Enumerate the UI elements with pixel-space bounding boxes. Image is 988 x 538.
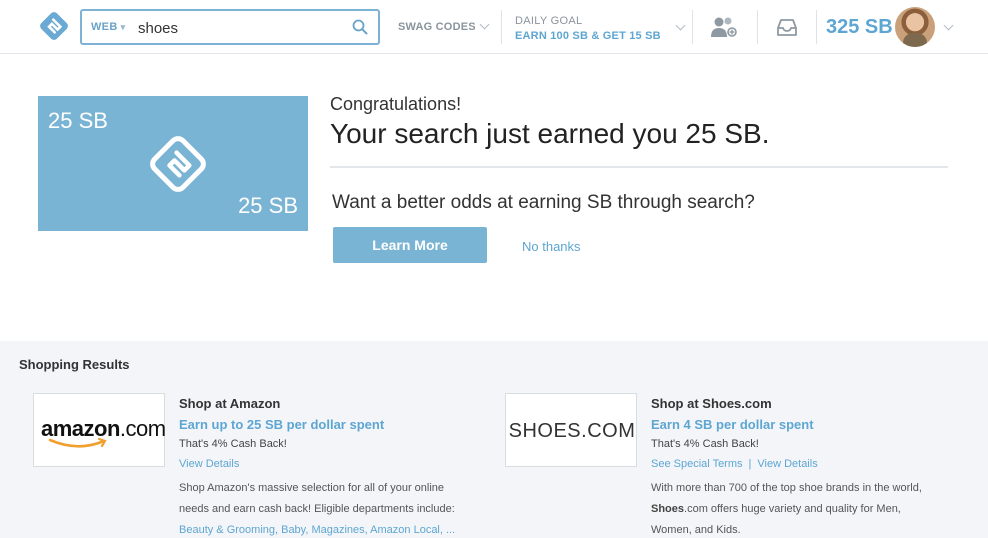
offer-desc-line: Shoes.com offers huge variety and qualit…	[651, 503, 901, 515]
shopping-results-title: Shopping Results	[19, 357, 130, 372]
divider	[816, 10, 817, 44]
shoes-com-offer: Shop at Shoes.com Earn 4 SB per dollar s…	[651, 396, 951, 538]
learn-more-button[interactable]: Learn More	[333, 227, 487, 263]
offer-desc-line: Shop Amazon's massive selection for all …	[179, 482, 445, 494]
view-details-link[interactable]: View Details	[757, 458, 817, 470]
departments-link[interactable]: Beauty & Grooming, Baby, Magazines, Amaz…	[179, 524, 455, 536]
view-details-link[interactable]: View Details	[179, 458, 239, 470]
earned-headline: Your search just earned you 25 SB.	[330, 118, 770, 149]
daily-goal[interactable]: DAILY GOAL EARN 100 SB & GET 15 SB	[515, 15, 661, 42]
friends-icon[interactable]	[710, 16, 738, 38]
search-scope-label: WEB	[91, 21, 118, 33]
offer-cashback: That's 4% Cash Back!	[179, 438, 287, 450]
caret-down-icon: ▾	[120, 22, 126, 32]
card-amount-top: 25 SB	[48, 108, 108, 133]
offer-desc-line: Women, and Kids.	[651, 524, 741, 536]
reward-card: 25 SB 25 SB	[38, 96, 308, 231]
top-header: WEB▾ SWAG CODES DAILY GOAL EARN 100 SB &…	[0, 0, 988, 54]
link-separator: |	[748, 458, 752, 470]
divider	[757, 10, 758, 44]
offer-description: With more than 700 of the top shoe brand…	[651, 478, 951, 538]
search-box[interactable]: WEB ▾	[80, 9, 380, 45]
offer-earn-link[interactable]: Earn up to 25 SB per dollar spent	[179, 417, 479, 432]
no-thanks-link[interactable]: No thanks	[522, 239, 581, 254]
divider	[501, 10, 502, 44]
avatar[interactable]	[895, 7, 935, 47]
daily-goal-label: DAILY GOAL	[515, 15, 583, 27]
offer-description: Shop Amazon's massive selection for all …	[179, 478, 479, 538]
offer-earn-link[interactable]: Earn 4 SB per dollar spent	[651, 417, 951, 432]
offer-links: View Details	[179, 458, 479, 470]
daily-goal-value: EARN 100 SB & GET 15 SB	[515, 30, 661, 42]
offer-name: Shop at Amazon	[179, 396, 281, 411]
swag-codes-menu[interactable]: SWAG CODES	[398, 19, 490, 33]
amazon-smile-icon	[48, 438, 107, 448]
special-terms-link[interactable]: See Special Terms	[651, 458, 743, 470]
sb-balance[interactable]: 325 SB	[826, 16, 893, 39]
amazon-logo[interactable]: amazon.com	[33, 393, 166, 467]
offer-cashback: That's 4% Cash Back!	[651, 438, 759, 450]
search-scope-dropdown[interactable]: WEB ▾	[91, 21, 125, 33]
divider	[692, 10, 693, 44]
offer-desc-line: With more than 700 of the top shoe brand…	[651, 482, 922, 494]
congrats-text: Congratulations!	[330, 94, 462, 114]
divider	[330, 166, 948, 168]
inbox-icon[interactable]	[775, 17, 799, 37]
shoes-com-logo-text: SHOES.COM	[508, 420, 636, 442]
search-icon[interactable]	[352, 19, 368, 35]
chevron-down-icon	[479, 19, 490, 30]
offer-name: Shop at Shoes.com	[651, 396, 772, 411]
swag-codes-label: SWAG CODES	[398, 21, 476, 33]
offer-links: See Special Terms | View Details	[651, 458, 951, 470]
card-amount-bottom: 25 SB	[238, 193, 298, 218]
swagbucks-logo-icon	[150, 136, 206, 192]
offer-desc-line: needs and earn cash back! Eligible depar…	[179, 503, 455, 515]
chevron-down-icon[interactable]	[943, 20, 954, 31]
odds-question: Want a better odds at earning SB through…	[332, 192, 755, 213]
swagbucks-logo-icon[interactable]	[38, 10, 70, 42]
amazon-offer: Shop at Amazon Earn up to 25 SB per doll…	[179, 396, 479, 538]
chevron-down-icon[interactable]	[675, 20, 686, 31]
shoes-com-logo[interactable]: SHOES.COM	[505, 393, 637, 467]
shopping-results: Shopping Results amazon.com Shop at Amaz…	[0, 341, 988, 538]
search-input[interactable]	[138, 17, 338, 39]
